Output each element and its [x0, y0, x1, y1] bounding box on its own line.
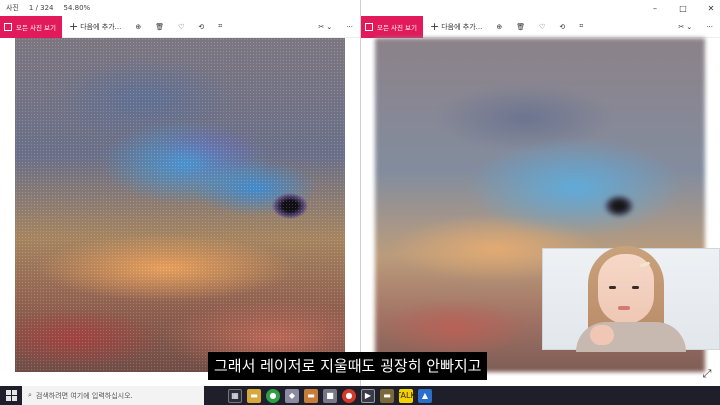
view-all-label: 모든 사진 보기: [377, 23, 418, 32]
edit-icon: ✂ ⌄: [318, 22, 333, 31]
window-titlebar: 사진 1 / 324 54.80%: [0, 0, 360, 16]
taskbar-search[interactable]: ⌕ 검색하려면 여기에 입력하십시오.: [22, 386, 204, 405]
expand-icon[interactable]: ⤢: [700, 367, 714, 381]
crop-icon: ⌗: [218, 22, 223, 30]
add-to-label: 다음에 추가...: [441, 22, 483, 31]
gallery-icon: [365, 22, 373, 31]
delete-icon: 🗑: [516, 22, 526, 31]
taskbar: ⌕ 검색하려면 여기에 입력하십시오. ▦ ▬ ● ◆ ▬ ■ ● ▶ ▬ TA…: [0, 386, 720, 405]
search-placeholder: 검색하려면 여기에 입력하십시오.: [35, 391, 133, 400]
minimize-button[interactable]: –: [646, 4, 664, 13]
rotate-icon: ⟲: [198, 22, 205, 31]
rotate-icon: ⟲: [559, 22, 566, 31]
more-icon: ···: [706, 22, 713, 31]
favorite-button[interactable]: ♡: [171, 23, 191, 31]
favorite-button[interactable]: ♡: [532, 23, 552, 31]
photos-toolbar: 모든 사진 보기 + 다음에 추가... ⊕ 🗑 ♡ ⟲ ⌗ ✂ ⌄ ···: [361, 15, 720, 38]
rotate-button[interactable]: ⟲: [552, 23, 572, 31]
add-to-button[interactable]: + 다음에 추가...: [62, 21, 128, 32]
chrome-icon[interactable]: ●: [266, 388, 280, 403]
view-all-photos-button[interactable]: 모든 사진 보기: [0, 15, 63, 38]
folder-icon[interactable]: ▬: [304, 388, 318, 403]
presenter-lips: [618, 306, 630, 310]
window-titlebar: – □ ✕: [361, 0, 720, 16]
add-to-label: 다음에 추가...: [80, 22, 122, 31]
app-icon[interactable]: ▬: [380, 388, 394, 403]
zoom-icon: ⊕: [496, 22, 503, 31]
presenter-hand: [590, 325, 614, 345]
kakaotalk-icon[interactable]: TALK: [396, 388, 416, 403]
crop-button[interactable]: ⌗: [572, 22, 590, 31]
view-all-label: 모든 사진 보기: [16, 23, 57, 32]
edit-button[interactable]: ✂ ⌄: [311, 23, 339, 31]
task-view-icon[interactable]: ▦: [228, 388, 242, 403]
search-icon: ⌕: [28, 391, 32, 399]
delete-button[interactable]: 🗑: [509, 23, 532, 31]
more-button[interactable]: ···: [339, 23, 360, 31]
photos-icon[interactable]: ▲: [418, 388, 432, 403]
more-icon: ···: [346, 22, 353, 31]
presenter-eye: [632, 286, 639, 289]
windows-logo-icon: [5, 390, 17, 401]
zoom-button[interactable]: ⊕: [489, 23, 509, 31]
delete-button[interactable]: 🗑: [148, 23, 171, 31]
zoom-level: 54.80%: [63, 4, 91, 12]
media-player-icon[interactable]: ▶: [361, 388, 375, 403]
app-title: 사진: [6, 4, 19, 12]
more-button[interactable]: ···: [699, 23, 720, 31]
crop-button[interactable]: ⌗: [211, 22, 229, 31]
start-button[interactable]: [0, 386, 22, 405]
screen: 사진 1 / 324 54.80% 모든 사진 보기 + 다음에 추가... ⊕…: [0, 0, 720, 405]
taskbar-apps: ▦ ▬ ● ◆ ▬ ■ ● ▶ ▬ TALK ▲: [204, 388, 432, 403]
plus-icon: +: [69, 20, 79, 33]
photo-counter: 1 / 324: [28, 4, 54, 12]
view-all-photos-button[interactable]: 모든 사진 보기: [361, 15, 424, 38]
gallery-icon: [4, 22, 12, 31]
add-to-button[interactable]: + 다음에 추가...: [423, 21, 489, 32]
app-icon[interactable]: ■: [323, 388, 337, 403]
edit-icon: ✂ ⌄: [678, 22, 693, 31]
presenter-eye: [609, 286, 616, 289]
favorite-icon: ♡: [178, 22, 185, 31]
maximize-button[interactable]: □: [674, 4, 692, 13]
rotate-button[interactable]: ⟲: [191, 23, 211, 31]
video-subtitle: 그래서 레이저로 지울때도 굉장히 안빠지고: [208, 352, 488, 380]
plus-icon: +: [430, 20, 440, 33]
app-icon[interactable]: ◆: [285, 388, 299, 403]
close-button[interactable]: ✕: [702, 4, 720, 13]
edit-button[interactable]: ✂ ⌄: [671, 23, 699, 31]
record-icon[interactable]: ●: [342, 388, 356, 403]
delete-icon: 🗑: [155, 22, 165, 31]
crop-icon: ⌗: [579, 22, 584, 30]
favorite-icon: ♡: [539, 22, 546, 31]
photos-toolbar: 모든 사진 보기 + 다음에 추가... ⊕ 🗑 ♡ ⟲ ⌗ ✂ ⌄ ···: [0, 15, 360, 38]
zoom-button[interactable]: ⊕: [128, 23, 148, 31]
zoom-icon: ⊕: [135, 22, 142, 31]
tattoo-photo-before: [15, 38, 345, 372]
file-explorer-icon[interactable]: ▬: [247, 388, 261, 403]
